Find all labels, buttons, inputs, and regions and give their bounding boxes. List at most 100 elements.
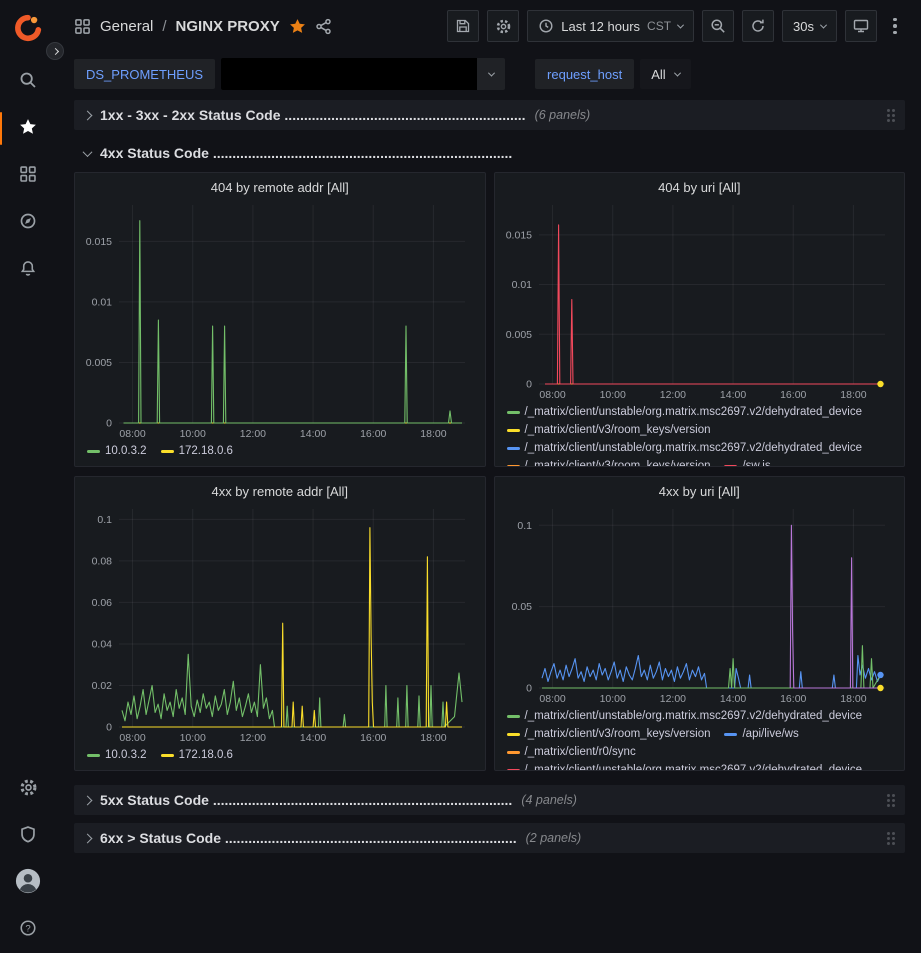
legend-item[interactable]: 10.0.3.2 — [87, 443, 147, 460]
apps-grid-icon — [74, 18, 91, 35]
svg-text:14:00: 14:00 — [719, 693, 745, 705]
row-1xx-3xx-2xx[interactable]: 1xx - 3xx - 2xx Status Code ............… — [74, 100, 905, 130]
variables-bar: DS_PROMETHEUS request_host All — [56, 52, 921, 98]
legend-swatch — [724, 733, 737, 736]
time-range-picker[interactable]: Last 12 hours CST — [527, 10, 694, 42]
legend-swatch — [507, 733, 520, 736]
sidebar-collapse-button[interactable] — [46, 42, 64, 60]
breadcrumb-folder[interactable]: General — [100, 18, 153, 35]
chart-legend: /_matrix/client/unstable/org.matrix.msc2… — [495, 706, 905, 770]
request-host-dropdown[interactable]: All — [640, 59, 690, 89]
legend-item[interactable]: 10.0.3.2 — [87, 747, 147, 764]
legend-swatch — [507, 429, 520, 432]
svg-text:0: 0 — [106, 722, 112, 734]
chevron-right-icon — [83, 795, 93, 805]
row-4xx[interactable]: 4xx Status Code ........................… — [74, 138, 905, 168]
panel-title[interactable]: 404 by uri [All] — [495, 173, 905, 197]
row-title: 6xx > Status Code ......................… — [100, 830, 517, 846]
row-drag-handle[interactable] — [885, 107, 897, 124]
favorite-star-icon[interactable] — [289, 18, 306, 35]
sidebar-item-profile[interactable] — [0, 859, 56, 906]
legend-swatch — [161, 754, 174, 757]
sidebar-item-alerting[interactable] — [0, 246, 56, 293]
row-5xx[interactable]: 5xx Status Code ........................… — [74, 785, 905, 815]
time-series-chart: 00.050.108:0010:0012:0014:0016:0018:00 — [495, 501, 905, 706]
chart-svg: 00.0050.010.01508:0010:0012:0014:0016:00… — [495, 197, 905, 402]
row-drag-handle[interactable] — [885, 792, 897, 809]
dashboard-body: 1xx - 3xx - 2xx Status Code ............… — [56, 98, 921, 953]
legend-item[interactable]: /_matrix/client/r0/sync — [507, 744, 636, 761]
sidebar-item-help[interactable]: ? — [0, 906, 56, 953]
sidebar-item-explore[interactable] — [0, 199, 56, 246]
legend-item[interactable]: 172.18.0.6 — [161, 443, 233, 460]
legend-item[interactable]: /_matrix/client/v3/room_keys/version — [507, 726, 711, 743]
sidebar-item-configuration[interactable] — [0, 765, 56, 812]
chevron-right-icon — [83, 110, 93, 120]
legend-item[interactable]: /_matrix/client/unstable/org.matrix.msc2… — [507, 708, 863, 725]
row-drag-handle[interactable] — [885, 830, 897, 847]
legend-item[interactable]: /_matrix/client/unstable/org.matrix.msc2… — [507, 404, 863, 421]
panel: 404 by remote addr [All]00.0050.010.0150… — [74, 172, 486, 467]
gear-icon — [495, 18, 512, 35]
panel-title[interactable]: 4xx by uri [All] — [495, 477, 905, 501]
legend-item[interactable]: /_matrix/client/unstable/org.matrix.msc2… — [507, 440, 863, 457]
save-icon — [455, 18, 471, 34]
svg-text:0.08: 0.08 — [92, 555, 113, 567]
svg-text:0: 0 — [526, 379, 532, 391]
zoom-out-button[interactable] — [702, 10, 734, 42]
chevron-right-icon — [51, 47, 58, 54]
legend-label: 172.18.0.6 — [179, 443, 233, 460]
chevron-down-icon — [477, 58, 505, 90]
tv-mode-button[interactable] — [845, 10, 877, 42]
dashboard-settings-button[interactable] — [487, 10, 519, 42]
legend-item[interactable]: /_matrix/client/unstable/org.matrix.msc2… — [507, 762, 863, 770]
legend-item[interactable]: /sw.js — [724, 458, 770, 466]
dashboard-title[interactable]: NGINX PROXY — [176, 18, 280, 35]
share-icon[interactable] — [315, 18, 332, 35]
chevron-down-icon — [674, 69, 681, 76]
panel-title[interactable]: 4xx by remote addr [All] — [75, 477, 485, 501]
legend-swatch — [507, 769, 520, 770]
svg-text:0.02: 0.02 — [92, 680, 113, 692]
refresh-interval-dropdown[interactable]: 30s — [782, 10, 837, 42]
legend-label: /_matrix/client/unstable/org.matrix.msc2… — [525, 708, 863, 725]
chart-svg: 00.050.108:0010:0012:0014:0016:0018:00 — [495, 501, 905, 706]
sidebar-item-server-admin[interactable] — [0, 812, 56, 859]
legend-item[interactable]: /api/live/ws — [724, 726, 798, 743]
legend-label: 10.0.3.2 — [105, 443, 147, 460]
variable-label-ds-prometheus[interactable]: DS_PROMETHEUS — [74, 59, 215, 89]
sidebar-item-search[interactable] — [0, 58, 56, 105]
svg-text:12:00: 12:00 — [659, 693, 685, 705]
legend-label: 10.0.3.2 — [105, 747, 147, 764]
bell-icon — [19, 259, 37, 280]
search-icon — [19, 71, 37, 92]
row-title: 4xx Status Code ........................… — [100, 145, 512, 161]
more-options-kebab-icon[interactable] — [885, 18, 905, 35]
svg-text:12:00: 12:00 — [240, 732, 266, 744]
legend-item[interactable]: 172.18.0.6 — [161, 747, 233, 764]
save-dashboard-button[interactable] — [447, 10, 479, 42]
svg-text:0: 0 — [526, 683, 532, 695]
row-6xx[interactable]: 6xx > Status Code ......................… — [74, 823, 905, 853]
svg-text:08:00: 08:00 — [539, 389, 565, 401]
svg-text:0.015: 0.015 — [86, 236, 112, 248]
avatar — [15, 868, 41, 897]
legend-item[interactable]: /_matrix/client/v3/room_keys/version — [507, 458, 711, 466]
legend-label: /_matrix/client/unstable/org.matrix.msc2… — [525, 440, 863, 457]
legend-label: /_matrix/client/unstable/org.matrix.msc2… — [525, 404, 863, 421]
panel-title[interactable]: 404 by remote addr [All] — [75, 173, 485, 197]
grafana-logo-icon[interactable] — [10, 10, 46, 46]
chevron-down-icon — [677, 21, 684, 28]
sidebar-item-starred[interactable] — [0, 105, 56, 152]
datasource-dropdown[interactable] — [221, 58, 505, 90]
legend-item[interactable]: /_matrix/client/v3/room_keys/version — [507, 422, 711, 439]
chart-legend: 10.0.3.2 172.18.0.6 — [75, 745, 485, 770]
sidebar-item-dashboards[interactable] — [0, 152, 56, 199]
sidebar: ? — [0, 0, 56, 953]
refresh-button[interactable] — [742, 10, 774, 42]
variable-label-request-host[interactable]: request_host — [535, 59, 634, 89]
row-title: 5xx Status Code ........................… — [100, 792, 512, 808]
legend-swatch — [507, 447, 520, 450]
shield-icon — [19, 825, 37, 846]
monitor-icon — [853, 18, 869, 34]
